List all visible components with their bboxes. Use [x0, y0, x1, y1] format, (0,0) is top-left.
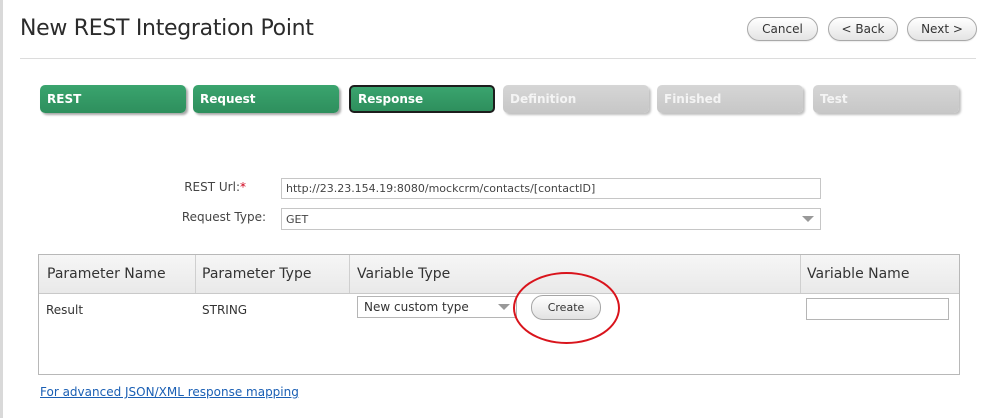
left-border: [0, 0, 3, 418]
request-type-select[interactable]: GET: [281, 208, 821, 230]
col-parameter-name: Parameter Name: [47, 266, 166, 282]
column-divider: [349, 255, 350, 293]
request-type-value: GET: [286, 212, 309, 226]
request-type-label: Request Type:: [181, 210, 266, 224]
col-variable-type: Variable Type: [357, 266, 451, 282]
next-button[interactable]: Next >: [907, 17, 977, 41]
step-definition: Definition: [503, 85, 649, 113]
page-title: New REST Integration Point: [20, 16, 314, 41]
column-divider: [195, 255, 196, 293]
required-marker: *: [240, 180, 246, 194]
rest-url-label: REST Url:*: [184, 180, 246, 194]
col-variable-name: Variable Name: [807, 266, 910, 282]
step-response[interactable]: Response: [349, 85, 495, 113]
col-parameter-type: Parameter Type: [202, 266, 312, 282]
back-button[interactable]: < Back: [828, 17, 898, 41]
grid-header: Parameter Name Parameter Type Variable T…: [39, 255, 959, 294]
advanced-mapping-link[interactable]: For advanced JSON/XML response mapping: [40, 385, 299, 399]
title-divider: [20, 58, 976, 59]
step-finished: Finished: [657, 85, 803, 113]
variable-type-select[interactable]: New custom type: [357, 296, 517, 318]
step-rest[interactable]: REST: [40, 85, 186, 113]
step-request[interactable]: Request: [193, 85, 339, 113]
cell-parameter-name: Result: [46, 303, 84, 317]
cell-parameter-type: STRING: [202, 303, 248, 317]
variable-type-value: New custom type: [364, 300, 469, 314]
variable-name-input[interactable]: [806, 298, 949, 320]
chevron-down-icon: [802, 216, 814, 222]
parameter-grid: Parameter Name Parameter Type Variable T…: [38, 254, 960, 375]
step-test: Test: [813, 85, 959, 113]
cancel-button[interactable]: Cancel: [747, 17, 818, 41]
chevron-down-icon: [498, 304, 510, 310]
create-button[interactable]: Create: [531, 295, 601, 320]
rest-url-input[interactable]: http://23.23.154.19:8080/mockcrm/contact…: [281, 178, 821, 199]
column-divider: [800, 255, 801, 293]
